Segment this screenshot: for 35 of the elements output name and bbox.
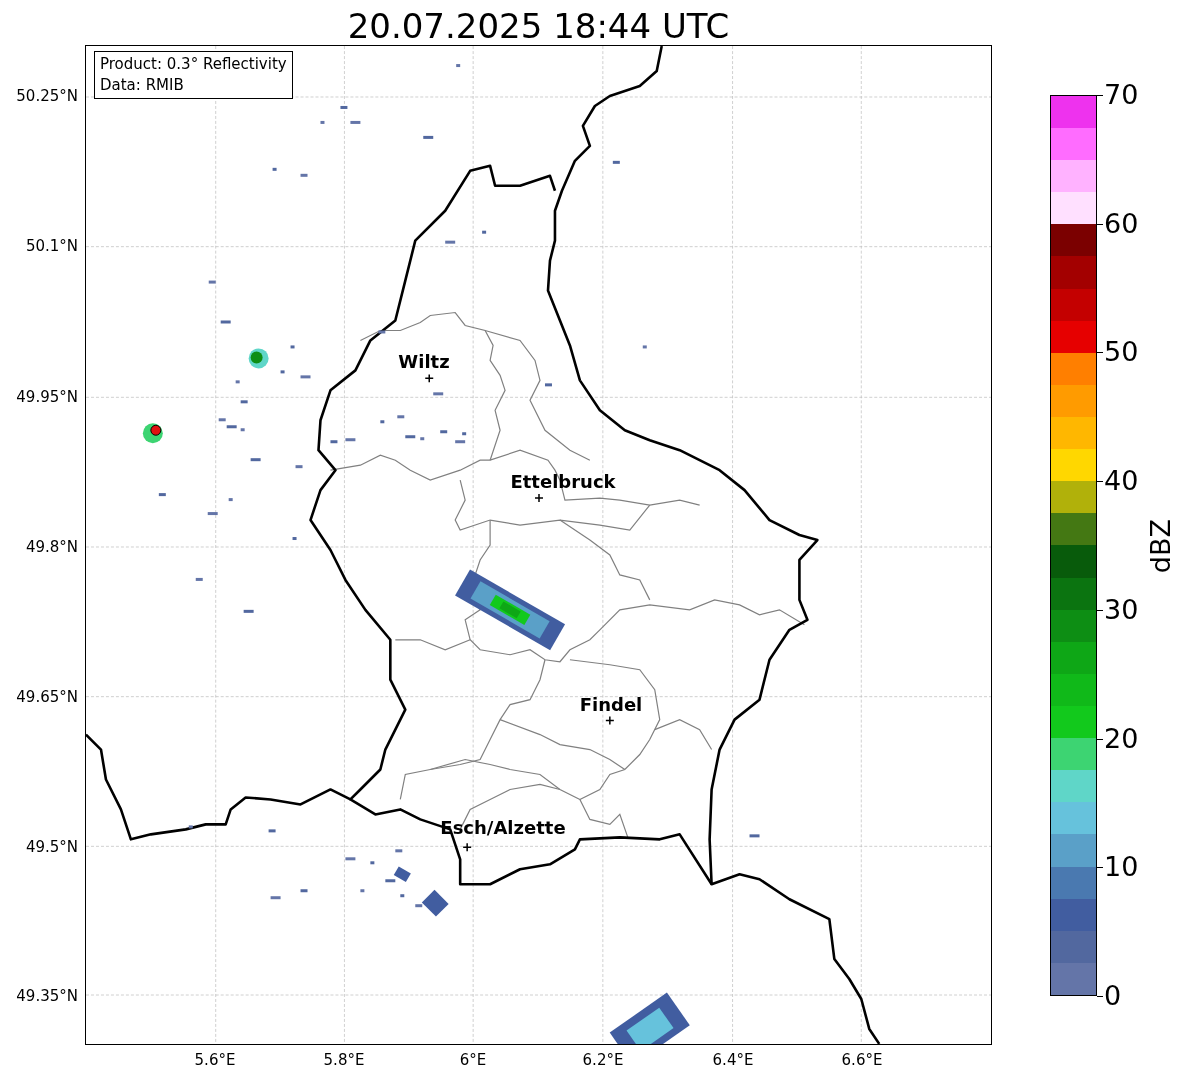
axis-label: 5.8°E	[322, 1051, 366, 1069]
colorbar-tick-label: 40	[1104, 466, 1139, 497]
axis-label: 49.5°N	[25, 838, 78, 856]
city-marker-icon	[605, 715, 615, 726]
colorbar-tick-label: 10	[1104, 852, 1139, 883]
city-marker-icon	[424, 373, 434, 384]
city-marker-icon	[462, 842, 472, 853]
radar-site-icon	[150, 424, 162, 436]
tick-mark	[1097, 996, 1103, 997]
axis-label: 49.95°N	[16, 388, 78, 406]
city-label: Wiltz	[397, 351, 451, 373]
axis-label: 50.1°N	[25, 237, 78, 255]
info-text: Product: 0.3° Reflectivity	[100, 54, 287, 75]
axis-label: 6.4°E	[711, 1051, 755, 1069]
colorbar-label: dBZ	[1146, 519, 1176, 574]
axis-label: 49.35°N	[16, 987, 78, 1005]
axis-label: 49.8°N	[25, 538, 78, 556]
axis-label: 50.25°N	[16, 87, 78, 105]
axis-label: 49.65°N	[16, 688, 78, 706]
map-title: 20.07.2025 18:44 UTC	[346, 5, 731, 48]
axis-label: 6.2°E	[581, 1051, 625, 1069]
axis-label: 6°E	[458, 1051, 488, 1069]
colorbar-tick-label: 0	[1104, 981, 1122, 1011]
info-text: Data: RMIB	[100, 75, 185, 96]
city-label: Ettelbruck	[509, 471, 617, 493]
axis-label: 5.6°E	[193, 1051, 237, 1069]
colorbar-tick-label: 20	[1104, 723, 1139, 754]
colorbar-tick-label: 60	[1104, 208, 1139, 239]
colorbar-tick-label: 30	[1104, 594, 1139, 625]
city-label: Esch/Alzette	[439, 817, 567, 839]
colorbar-tick-label: 70	[1104, 80, 1139, 110]
axis-label: 6.6°E	[840, 1051, 884, 1069]
city-marker-icon	[534, 493, 544, 503]
city-label: Findel	[578, 694, 644, 716]
colorbar-tick-label: 50	[1104, 337, 1139, 368]
